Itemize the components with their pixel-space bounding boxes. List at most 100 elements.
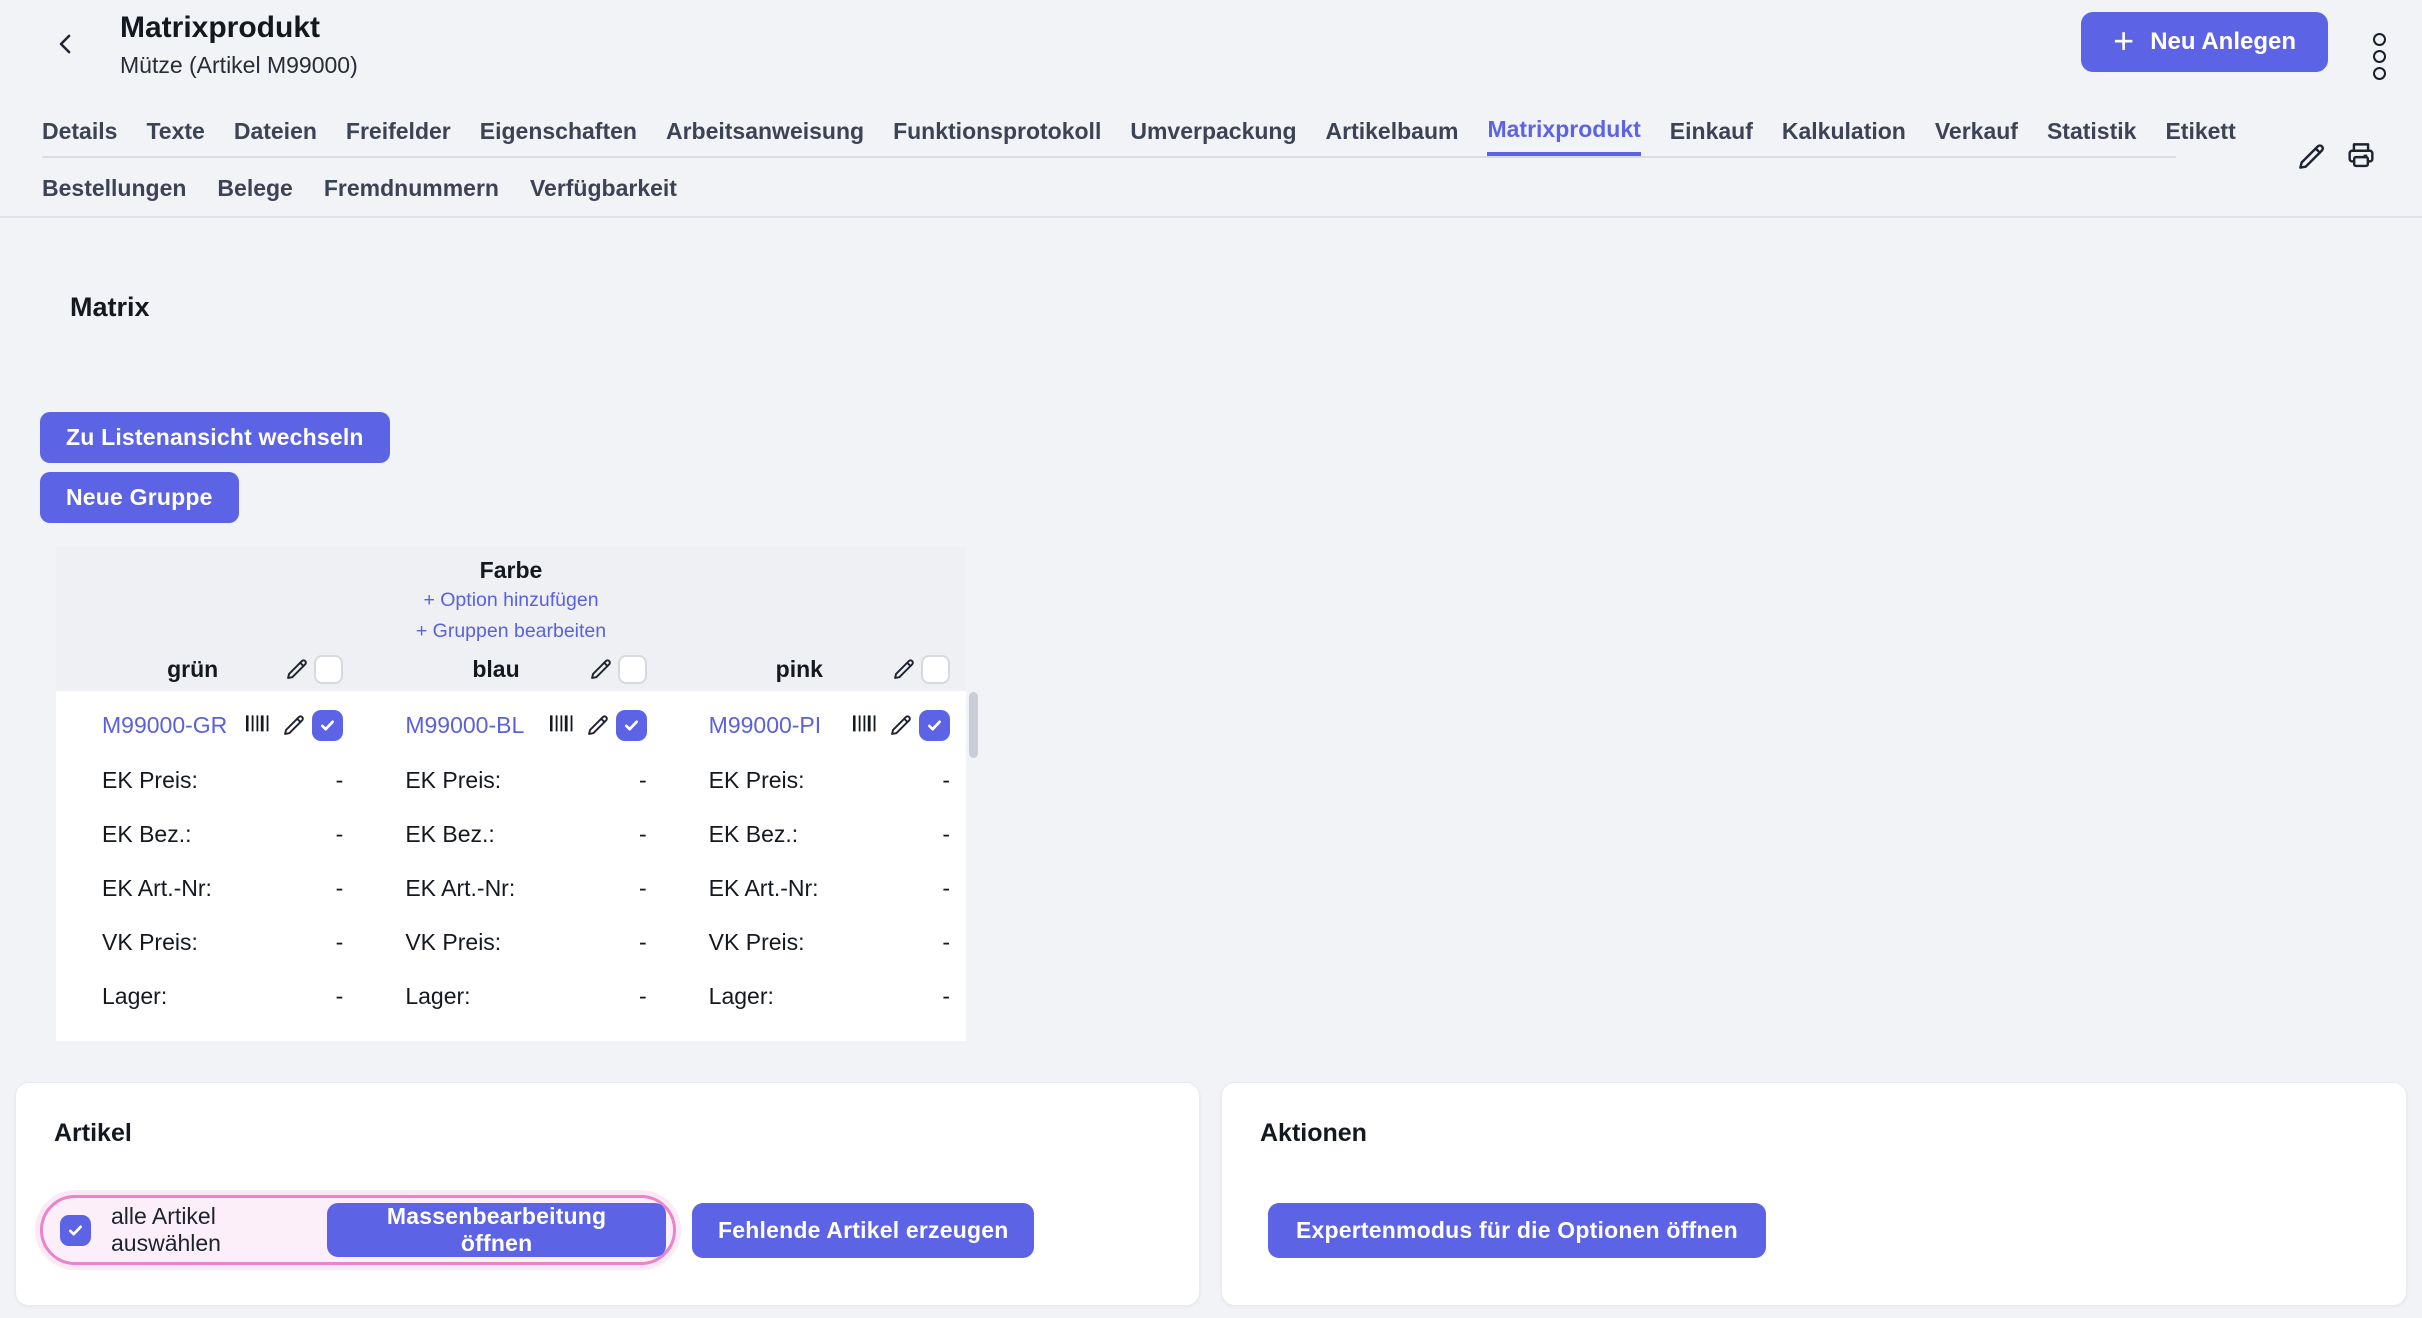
tab-etikett[interactable]: Etikett xyxy=(2165,106,2235,156)
more-options-button[interactable] xyxy=(2364,26,2394,86)
field-value: - xyxy=(942,821,950,848)
field-value: - xyxy=(639,767,647,794)
kebab-dot xyxy=(2373,33,2386,46)
field-value: - xyxy=(336,767,344,794)
article-checkbox[interactable] xyxy=(919,710,950,741)
field-label: EK Preis: xyxy=(102,767,198,794)
select-all-checkbox[interactable] xyxy=(60,1215,91,1246)
article-link[interactable]: M99000-GR xyxy=(102,712,227,739)
edit-button[interactable] xyxy=(2292,138,2330,176)
field-row: EK Bez.: - xyxy=(405,807,646,861)
field-row: EK Art.-Nr:- xyxy=(102,861,343,915)
tab-verfuegbarkeit[interactable]: Verfügbarkeit xyxy=(530,175,677,202)
kebab-dot xyxy=(2373,50,2386,63)
tab-funktionsprotokoll[interactable]: Funktionsprotokoll xyxy=(893,106,1101,156)
pencil-icon[interactable] xyxy=(584,712,611,739)
article-link[interactable]: M99000-PI xyxy=(709,712,822,739)
bulk-edit-button[interactable]: Massenbearbeitung öffnen xyxy=(327,1203,666,1257)
field-label: Lager: xyxy=(709,983,774,1010)
matrix-section-title: Matrix xyxy=(70,292,150,323)
tab-artikelbaum[interactable]: Artikelbaum xyxy=(1326,106,1459,156)
checkmark-icon xyxy=(66,1221,85,1240)
field-value: - xyxy=(336,929,344,956)
chevron-left-icon xyxy=(51,29,81,59)
article-checkbox[interactable] xyxy=(312,710,343,741)
table-scrollbar-thumb[interactable] xyxy=(969,692,978,758)
pencil-icon[interactable] xyxy=(890,656,917,683)
tab-eigenschaften[interactable]: Eigenschaften xyxy=(480,106,637,156)
field-value: - xyxy=(639,983,647,1010)
article-link[interactable]: M99000-BL xyxy=(405,712,524,739)
field-label: EK Bez.: xyxy=(102,821,191,848)
articles-card: Artikel alle Artikel auswählen Massenbea… xyxy=(15,1082,1200,1306)
barcode-icon[interactable] xyxy=(850,712,882,738)
add-option-link[interactable]: + Option hinzufügen xyxy=(56,585,966,616)
option-checkbox[interactable] xyxy=(618,655,647,684)
print-button[interactable] xyxy=(2342,136,2380,174)
tab-umverpackung[interactable]: Umverpackung xyxy=(1130,106,1296,156)
tab-belege[interactable]: Belege xyxy=(217,175,292,202)
field-row: EK Preis:- xyxy=(709,753,950,807)
kebab-dot xyxy=(2373,67,2386,80)
tab-fremdnummern[interactable]: Fremdnummern xyxy=(324,175,499,202)
pencil-icon[interactable] xyxy=(283,656,310,683)
option-column-header: pink xyxy=(663,647,966,691)
field-label: VK Preis: xyxy=(709,929,805,956)
option-checkbox[interactable] xyxy=(921,655,950,684)
article-checkbox[interactable] xyxy=(616,710,647,741)
option-column-header: grün xyxy=(56,647,359,691)
tab-bestellungen[interactable]: Bestellungen xyxy=(42,175,186,202)
create-new-button[interactable]: + Neu Anlegen xyxy=(2081,12,2328,72)
field-label: EK Art.-Nr: xyxy=(405,875,515,902)
tab-verkauf[interactable]: Verkauf xyxy=(1935,106,2018,156)
checkmark-icon xyxy=(318,716,337,735)
tab-statistik[interactable]: Statistik xyxy=(2047,106,2136,156)
pencil-icon[interactable] xyxy=(280,712,307,739)
select-all-label: alle Artikel auswählen xyxy=(111,1203,327,1257)
matrix-table-header: Farbe + Option hinzufügen + Gruppen bear… xyxy=(56,547,966,691)
field-row: EK Bez.: - xyxy=(709,807,950,861)
new-group-button[interactable]: Neue Gruppe xyxy=(40,472,239,523)
expert-mode-button[interactable]: Expertenmodus für die Optionen öffnen xyxy=(1268,1203,1766,1258)
edit-groups-link[interactable]: + Gruppen bearbeiten xyxy=(56,616,966,647)
primary-tab-bar: Details Texte Dateien Freifelder Eigensc… xyxy=(42,106,2176,158)
tab-kalkulation[interactable]: Kalkulation xyxy=(1782,106,1906,156)
field-row: EK Bez.:- xyxy=(102,807,343,861)
pencil-icon xyxy=(2294,140,2328,174)
barcode-icon[interactable] xyxy=(547,712,579,738)
printer-icon xyxy=(2344,138,2378,172)
field-label: Lager: xyxy=(405,983,470,1010)
tab-dateien[interactable]: Dateien xyxy=(234,106,317,156)
field-label: EK Bez.: xyxy=(405,821,494,848)
pencil-icon[interactable] xyxy=(887,712,914,739)
create-missing-articles-button[interactable]: Fehlende Artikel erzeugen xyxy=(692,1203,1034,1258)
page-heading: Matrixprodukt Mütze (Artikel M99000) xyxy=(120,10,358,79)
article-row: M99000-GR xyxy=(102,697,343,753)
field-value: - xyxy=(639,821,647,848)
create-new-label: Neu Anlegen xyxy=(2150,28,2296,56)
matrix-table: Farbe + Option hinzufügen + Gruppen bear… xyxy=(56,547,966,1041)
tab-freifelder[interactable]: Freifelder xyxy=(346,106,451,156)
option-checkbox[interactable] xyxy=(314,655,343,684)
back-button[interactable] xyxy=(44,22,88,66)
field-value: - xyxy=(942,767,950,794)
field-label: EK Bez.: xyxy=(709,821,798,848)
field-label: VK Preis: xyxy=(102,929,198,956)
variant-column-gruen: M99000-GR EK Preis:- EK Bez.:- EK Art.-N… xyxy=(56,697,359,1023)
option-header-row: grün blau pink xyxy=(56,647,966,691)
field-label: EK Art.-Nr: xyxy=(102,875,212,902)
tab-texte[interactable]: Texte xyxy=(146,106,204,156)
field-row: EK Preis:- xyxy=(405,753,646,807)
option-column-header: blau xyxy=(359,647,662,691)
switch-to-list-view-button[interactable]: Zu Listenansicht wechseln xyxy=(40,412,390,463)
tab-details[interactable]: Details xyxy=(42,106,117,156)
pencil-icon[interactable] xyxy=(587,656,614,683)
header-divider xyxy=(0,216,2422,218)
tab-einkauf[interactable]: Einkauf xyxy=(1670,106,1753,156)
option-group-name: Farbe xyxy=(56,555,966,585)
actions-card: Aktionen Expertenmodus für die Optionen … xyxy=(1221,1082,2407,1306)
barcode-icon[interactable] xyxy=(243,712,275,738)
tab-arbeitsanweisung[interactable]: Arbeitsanweisung xyxy=(666,106,864,156)
field-value: - xyxy=(942,983,950,1010)
tab-matrixprodukt[interactable]: Matrixprodukt xyxy=(1487,106,1640,156)
